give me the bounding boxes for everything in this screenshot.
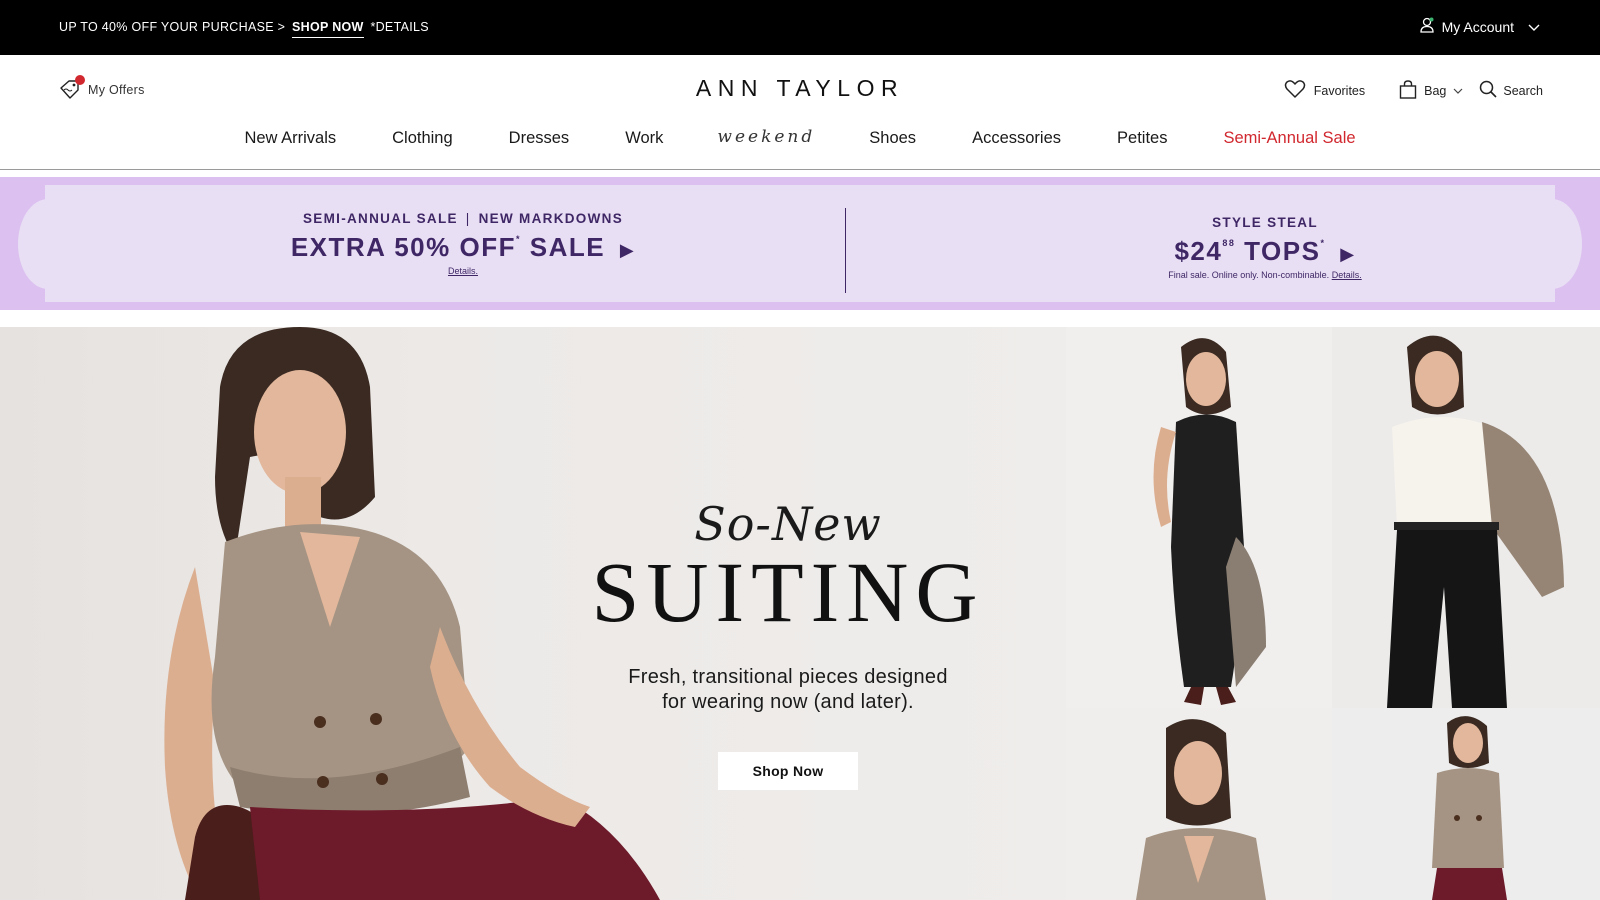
sale-headline: EXTRA 50% OFF* SALE ▶ xyxy=(263,232,663,263)
banner-divider xyxy=(845,208,846,293)
search-label: Search xyxy=(1503,83,1543,98)
chevron-down-icon xyxy=(1528,19,1540,35)
style-steal-fine-print: Final sale. Online only. Non-combinable.… xyxy=(1045,270,1485,280)
style-steal-tail: TOPS xyxy=(1244,236,1321,266)
shopping-bag-icon xyxy=(1399,79,1417,102)
site-header: My Offers ANN TAYLOR Favorites Bag Searc… xyxy=(0,55,1600,170)
promo-details-link[interactable]: *DETAILS xyxy=(370,20,428,34)
price-cents: 88 xyxy=(1222,238,1236,248)
play-arrow-icon: ▶ xyxy=(1340,244,1356,264)
style-steal-headline: $2488 TOPS* ▶ xyxy=(1045,236,1485,267)
nav-weekend[interactable]: weekend xyxy=(717,127,815,148)
search-icon xyxy=(1479,80,1497,101)
favorites-label: Favorites xyxy=(1313,83,1366,98)
my-account-menu[interactable]: My Account xyxy=(1419,17,1540,36)
sale-kicker: SEMI-ANNUAL SALE | NEW MARKDOWNS xyxy=(263,211,663,226)
nav-clothing[interactable]: Clothing xyxy=(392,129,453,148)
nav-new-arrivals[interactable]: New Arrivals xyxy=(244,129,336,148)
promo-message: UP TO 40% OFF YOUR PURCHASE > SHOP NOW *… xyxy=(59,20,429,38)
model-photo xyxy=(1432,716,1507,900)
hero-section: So-New SUITING Fresh, transitional piece… xyxy=(0,327,1600,900)
promo-text: UP TO 40% OFF YOUR PURCHASE > xyxy=(59,20,286,34)
product-image-blazer-outfit[interactable] xyxy=(1332,327,1600,708)
nav-shoes[interactable]: Shoes xyxy=(869,129,916,148)
sale-banner-panel: SEMI-ANNUAL SALE | NEW MARKDOWNS EXTRA 50%… xyxy=(45,185,1555,302)
kicker-separator: | xyxy=(465,211,471,226)
nav-work[interactable]: Work xyxy=(625,129,663,148)
search-button[interactable]: Search xyxy=(1479,80,1543,101)
sale-details-link[interactable]: Details. xyxy=(448,266,478,276)
style-steal-promo[interactable]: STYLE STEAL $2488 TOPS* ▶ Final sale. On… xyxy=(1045,185,1485,280)
model-photo xyxy=(1136,719,1266,900)
hero-subtitle: Fresh, transitional pieces designed for … xyxy=(573,665,1003,715)
style-steal-asterisk: * xyxy=(1320,238,1326,248)
product-image-vest-full[interactable] xyxy=(1332,708,1600,900)
semi-annual-sale-promo[interactable]: SEMI-ANNUAL SALE | NEW MARKDOWNS EXTRA 50%… xyxy=(263,185,663,276)
chevron-down-icon xyxy=(1453,84,1463,98)
fine-print-text: Final sale. Online only. Non-combinable. xyxy=(1168,270,1330,280)
model-photo xyxy=(1153,338,1266,705)
favorites-link[interactable]: Favorites xyxy=(1284,79,1365,102)
sale-asterisk: * xyxy=(515,234,521,244)
product-image-vest-front[interactable] xyxy=(1066,708,1332,900)
play-arrow-icon: ▶ xyxy=(619,240,636,260)
sale-banner: SEMI-ANNUAL SALE | NEW MARKDOWNS EXTRA 50%… xyxy=(0,177,1600,310)
shop-now-button[interactable]: Shop Now xyxy=(718,752,858,790)
hero-copy: So-New SUITING Fresh, transitional piece… xyxy=(573,497,1003,790)
hero-title: SUITING xyxy=(591,544,985,640)
hero-script-title: So-New xyxy=(694,497,882,551)
hero-subtitle-line1: Fresh, transitional pieces designed xyxy=(628,666,948,688)
nav-accessories[interactable]: Accessories xyxy=(972,129,1061,148)
promo-shop-now-link[interactable]: SHOP NOW xyxy=(292,20,364,38)
nav-dresses[interactable]: Dresses xyxy=(509,129,570,148)
sale-headline-text: EXTRA 50% OFF xyxy=(290,232,516,262)
nav-semi-annual-sale[interactable]: Semi-Annual Sale xyxy=(1223,129,1355,148)
nav-petites[interactable]: Petites xyxy=(1117,129,1167,148)
sale-kicker-a: SEMI-ANNUAL SALE xyxy=(302,211,458,226)
main-navigation: New Arrivals Clothing Dresses Work weeke… xyxy=(0,127,1600,148)
hero-image-grid xyxy=(1066,327,1600,900)
heart-icon xyxy=(1284,79,1306,102)
sale-kicker-b: NEW MARKDOWNS xyxy=(478,211,623,226)
my-account-label: My Account xyxy=(1441,18,1514,35)
promo-bar: UP TO 40% OFF YOUR PURCHASE > SHOP NOW *… xyxy=(0,0,1600,55)
sale-headline-tail: SALE xyxy=(529,232,606,262)
product-image-black-dress[interactable] xyxy=(1066,327,1332,708)
bag-link[interactable]: Bag xyxy=(1399,79,1463,102)
header-utilities: Favorites Bag Search xyxy=(1284,79,1543,102)
sale-details-row: Details. xyxy=(263,266,663,276)
style-steal-kicker: STYLE STEAL xyxy=(1212,215,1318,230)
model-photo xyxy=(1387,335,1564,708)
style-steal-details-link[interactable]: Details. xyxy=(1332,270,1362,280)
price-dollars: $24 xyxy=(1174,236,1223,266)
hero-subtitle-line2: for wearing now (and later). xyxy=(662,691,914,713)
bag-label: Bag xyxy=(1424,83,1447,98)
user-icon xyxy=(1419,17,1434,36)
